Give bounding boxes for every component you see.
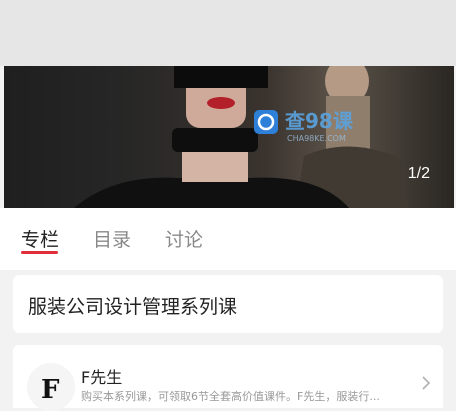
tab-bar: 专栏 目录 讨论	[0, 208, 456, 270]
active-tab-indicator	[21, 251, 58, 254]
watermark-text: 查98课	[285, 109, 354, 133]
tab-column[interactable]: 专栏	[21, 225, 59, 252]
watermark-logo-icon	[254, 110, 278, 134]
tab-catalog[interactable]: 目录	[93, 225, 131, 252]
tab-discussion[interactable]: 讨论	[165, 225, 203, 252]
carousel-counter: 1/2	[407, 165, 430, 182]
chevron-right-icon[interactable]	[421, 376, 431, 390]
avatar: F	[27, 363, 75, 411]
course-title: 服装公司设计管理系列课	[28, 296, 238, 318]
banner-carousel[interactable]: 查98课 CHA98KE.COM 1/2	[4, 66, 454, 208]
banner-image: 查98课 CHA98KE.COM	[74, 66, 409, 208]
author-description: 购买本系列课，可领取6节全套高价值课件。F先生，服装行...	[81, 390, 380, 403]
avatar-letter: F	[41, 375, 60, 405]
author-name: F先生	[81, 368, 123, 387]
top-blank-bar	[0, 0, 456, 66]
watermark-subtext: CHA98KE.COM	[287, 134, 346, 143]
author-row[interactable]: F F先生 购买本系列课，可领取6节全套高价值课件。F先生，服装行...	[13, 345, 443, 411]
course-title-card: 服装公司设计管理系列课	[13, 275, 443, 333]
